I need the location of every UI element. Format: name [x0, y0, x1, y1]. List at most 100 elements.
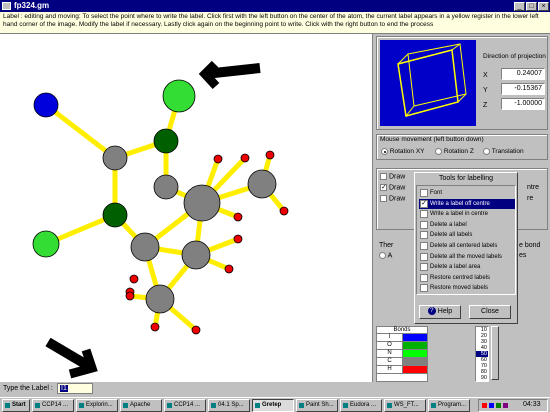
tray-icon-2[interactable] [489, 403, 494, 408]
atom[interactable] [233, 234, 243, 244]
color-swatch[interactable] [403, 358, 427, 365]
molecule-view[interactable] [0, 34, 372, 382]
minimize-button[interactable]: _ [514, 2, 525, 11]
taskbar-button[interactable]: Gretep [252, 399, 294, 412]
element-symbol: H [377, 366, 403, 373]
color-swatch[interactable] [403, 342, 427, 349]
tool-checkbox[interactable] [420, 210, 428, 219]
atom[interactable] [33, 92, 59, 118]
scale-list[interactable]: 10 20 30 40 50 60 70 80 90 [475, 326, 489, 382]
maximize-button[interactable]: □ [526, 2, 537, 11]
tool-item[interactable]: Delete all labels [419, 230, 515, 240]
taskbar-button[interactable]: Paint Sh... [296, 399, 338, 412]
atom[interactable] [279, 206, 289, 216]
scale-option[interactable]: 90 [476, 375, 488, 381]
label-input[interactable]: I1 [57, 383, 93, 394]
tool-item[interactable]: Delete a label [419, 220, 515, 230]
atom[interactable] [125, 291, 135, 301]
color-swatch[interactable] [403, 366, 427, 373]
molecule-canvas[interactable] [0, 34, 372, 382]
taskbar-button[interactable]: 04.1 Sp... [208, 399, 250, 412]
atom[interactable] [191, 325, 201, 335]
atom[interactable] [224, 264, 234, 274]
translation-radio[interactable]: Translation [483, 148, 524, 155]
clock: 04:33 [523, 401, 541, 408]
mouse-movement-group: Mouse movement (left button down) Rotati… [376, 134, 548, 160]
draw-check-3[interactable]: Draw [380, 195, 405, 202]
tool-label: Delete all the moved labels [430, 253, 503, 260]
atom[interactable] [32, 230, 60, 258]
close-button[interactable]: × [538, 2, 549, 11]
tool-item[interactable]: Delete a label area [419, 262, 515, 272]
atom[interactable] [183, 184, 221, 222]
tool-checkbox[interactable] [420, 273, 428, 282]
atom[interactable] [130, 232, 160, 262]
tool-item[interactable]: Delete all the moved labels [419, 252, 515, 262]
tool-item[interactable]: Font [419, 188, 515, 198]
tool-label: Font [430, 190, 443, 196]
projection-cube-view[interactable] [380, 40, 476, 126]
partial-label-re: re [527, 195, 534, 202]
atom[interactable] [102, 202, 128, 228]
tool-item[interactable]: Restore centred labels [419, 273, 515, 283]
title-bar: fp324.gm _ □ × [0, 0, 550, 12]
tool-item[interactable]: ✓ Write a label off centre [419, 198, 515, 209]
atom[interactable] [162, 79, 196, 113]
atom[interactable] [181, 240, 211, 270]
color-swatch[interactable] [403, 334, 427, 341]
atom[interactable] [145, 284, 175, 314]
tool-label: Restore centred labels [430, 274, 491, 281]
color-swatch[interactable] [403, 350, 427, 357]
window-title: fp324.gm [14, 1, 50, 10]
taskbar-button[interactable]: CCP14 ... [32, 399, 74, 412]
atom[interactable] [150, 322, 160, 332]
taskbar-button[interactable]: Apache [120, 399, 162, 412]
atom[interactable] [129, 274, 139, 284]
tool-item[interactable]: Delete all centered labels [419, 241, 515, 251]
x-value-field[interactable]: 0.24007 [501, 68, 545, 80]
tool-checkbox[interactable] [420, 220, 428, 229]
atom[interactable] [247, 169, 277, 199]
tray-icon-1[interactable] [482, 403, 487, 408]
tool-checkbox[interactable] [420, 189, 428, 197]
tray-icon-3[interactable] [496, 403, 501, 408]
tool-checkbox[interactable] [420, 263, 428, 272]
tools-list: Font ✓ Write a label off centre Write a lab… [416, 185, 516, 295]
tool-item[interactable]: Write a label in centre [419, 209, 515, 219]
help-button[interactable]: ? Help [419, 305, 461, 319]
atom[interactable] [102, 145, 128, 171]
tool-checkbox[interactable] [420, 242, 428, 250]
tool-label: Delete all labels [430, 232, 473, 239]
rotation-xy-radio[interactable]: Rotation XY [381, 148, 425, 155]
draw-check-1[interactable]: Draw [380, 173, 405, 180]
taskbar-button[interactable]: CCP14 ... [164, 399, 206, 412]
tool-item[interactable]: Restore moved labels [419, 283, 515, 293]
y-value-field[interactable]: -0.15367 [501, 83, 545, 95]
atom[interactable] [153, 174, 179, 200]
atom[interactable] [265, 150, 275, 160]
label-input-prompt: Type the Label : [3, 385, 53, 392]
start-button[interactable]: Start [2, 399, 30, 412]
atom[interactable] [153, 128, 179, 154]
close-dialog-button[interactable]: Close [469, 305, 511, 319]
tool-checkbox[interactable] [420, 231, 428, 240]
atom[interactable] [233, 212, 243, 222]
atom-color-table: Bonds IONCH [376, 326, 428, 382]
draw-check-2[interactable]: ✓ Draw [380, 184, 405, 191]
taskbar-button[interactable]: Explorin... [76, 399, 118, 412]
rotation-z-radio[interactable]: Rotation Z [435, 148, 474, 155]
bond [44, 103, 117, 160]
partial-label-bond: e bond [519, 242, 541, 249]
z-value-field[interactable]: -1.00000 [501, 98, 545, 110]
tool-checkbox[interactable] [420, 284, 428, 293]
atom[interactable] [213, 154, 223, 164]
taskbar-button[interactable]: Program... [428, 399, 470, 412]
taskbar-button[interactable]: WS_FT... [384, 399, 426, 412]
tray-icon-4[interactable] [503, 403, 508, 408]
scale-scrollbar[interactable] [491, 326, 499, 380]
taskbar-button[interactable]: Eudora ... [340, 399, 382, 412]
app-icon [2, 2, 11, 10]
atom[interactable] [240, 153, 250, 163]
tool-checkbox[interactable] [420, 252, 428, 261]
tool-checkbox[interactable]: ✓ [420, 199, 428, 208]
